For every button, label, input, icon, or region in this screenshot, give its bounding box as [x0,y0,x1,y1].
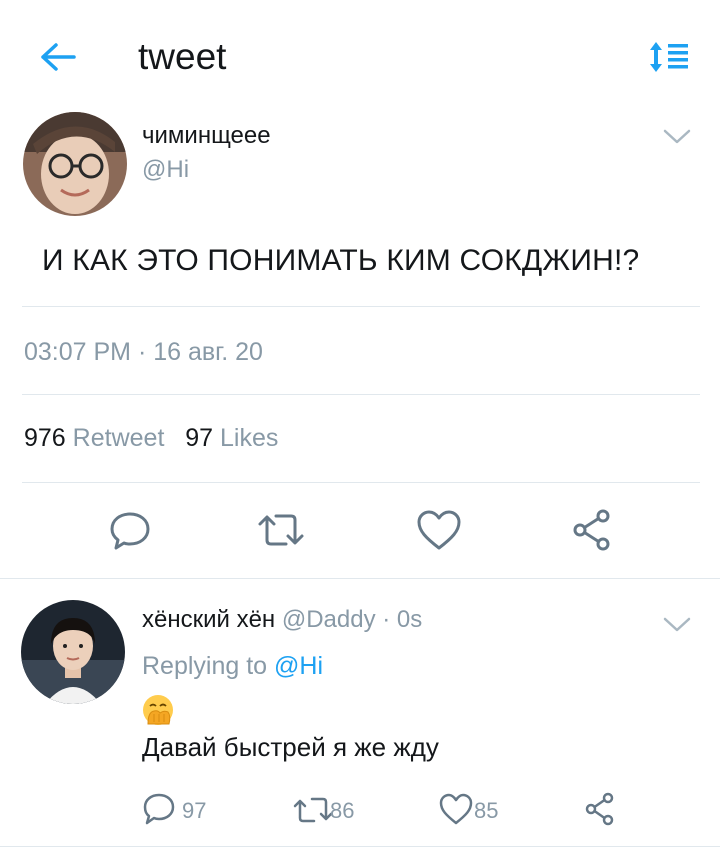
arrow-left-icon[interactable] [38,40,78,74]
replying-prefix: Replying to [142,652,268,680]
divider [22,306,700,307]
retweet-icon[interactable] [256,508,306,552]
chevron-down-icon[interactable] [662,128,692,146]
tweet-timestamp: 03:07 PM · 16 авг. 20 [24,338,263,366]
divider [0,578,720,579]
reply-header: хёнский хён @Daddy · 0s [142,606,422,634]
divider [22,394,700,395]
like-count: 85 [474,798,499,823]
tweet-text: И КАК ЭТО ПОНИМАТЬ КИМ СОКДЖИН!? [42,244,640,277]
avatar[interactable] [23,112,127,216]
heart-icon[interactable] [416,508,462,552]
page-title: tweet [138,36,227,77]
display-name[interactable]: чиминщеее [142,122,271,150]
avatar[interactable] [21,600,125,704]
retweet-label[interactable]: Retweet [73,424,165,452]
handle-and-time[interactable]: @Daddy · 0s [282,606,422,633]
reply-icon[interactable] [142,792,176,826]
reply-count: 97 [182,798,207,823]
user-handle[interactable]: @Hi [142,156,189,184]
sort-list-icon[interactable] [648,40,690,74]
heart-icon[interactable] [438,792,474,826]
top-bar: tweet [0,0,720,110]
reply-text: Давай быстрей я же жду [142,732,439,762]
tweet-stats: 976 Retweet 97 Likes [24,424,278,453]
retweet-icon[interactable] [292,794,334,826]
reply-icon[interactable] [108,508,152,552]
divider [22,482,700,483]
divider [0,846,720,847]
hand-over-mouth-emoji [143,695,173,725]
share-icon[interactable] [570,508,614,552]
chevron-down-icon[interactable] [662,616,692,634]
retweet-count[interactable]: 976 [24,424,66,452]
like-label[interactable]: Likes [220,424,278,452]
like-count[interactable]: 97 [185,424,213,452]
share-icon[interactable] [584,792,616,826]
retweet-count: 86 [330,798,355,823]
display-name[interactable]: хёнский хён [142,606,275,633]
replying-handle-link[interactable]: @Hi [274,652,323,680]
replying-to: Replying to @Hi [142,652,323,681]
